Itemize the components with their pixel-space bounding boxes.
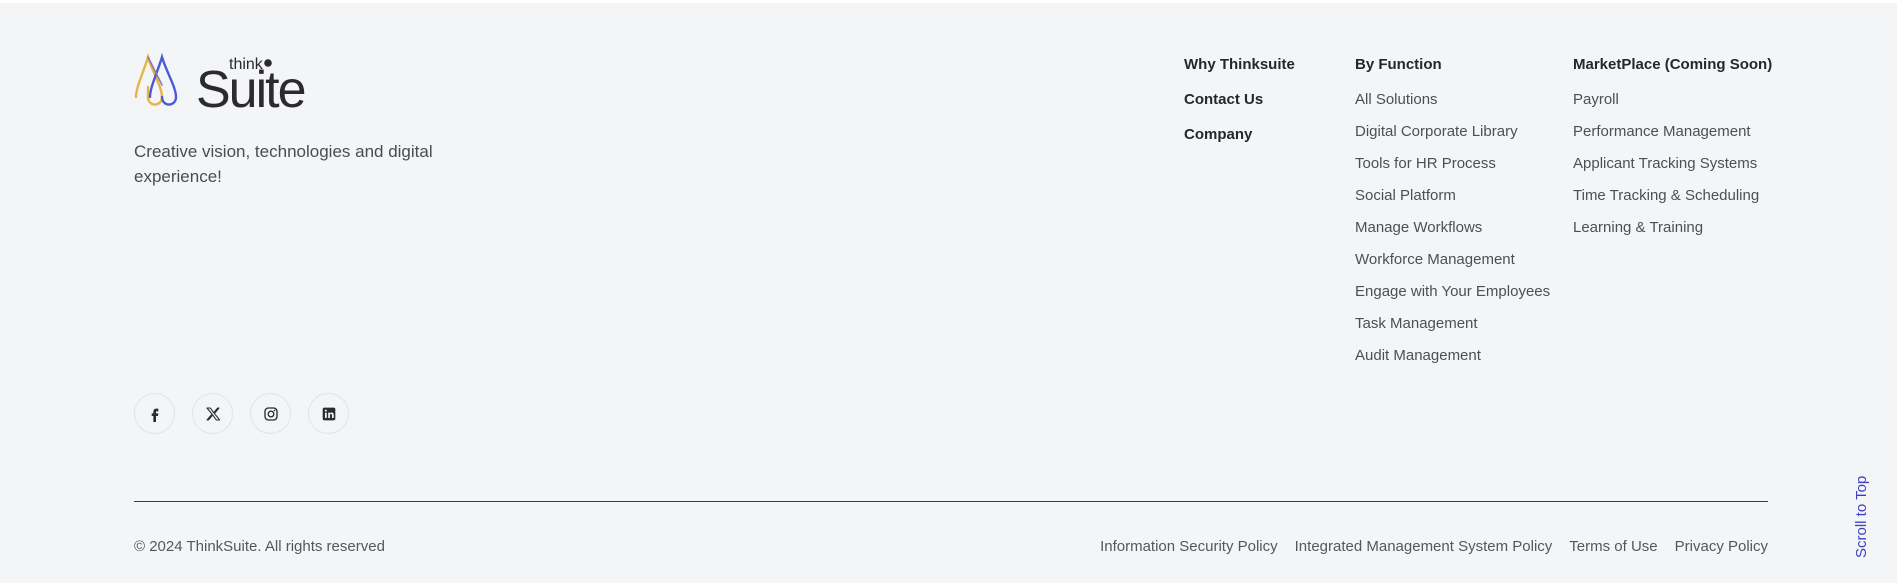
marketplace-item[interactable]: Performance Management (1573, 122, 1772, 154)
marketplace-column: MarketPlace (Coming Soon) Payroll Perfor… (1573, 55, 1772, 250)
primary-nav: Why Thinksuite Contact Us Company (1184, 55, 1295, 160)
legal-links: Information Security Policy Integrated M… (1100, 538, 1768, 555)
linkedin-link[interactable] (308, 393, 349, 434)
by-function-item[interactable]: Engage with Your Employees (1355, 282, 1550, 314)
by-function-item[interactable]: Audit Management (1355, 346, 1550, 378)
footer-divider (134, 501, 1768, 502)
by-function-column: By Function All Solutions Digital Corpor… (1355, 55, 1550, 378)
scroll-to-top-button[interactable]: Scroll to Top (1852, 476, 1872, 558)
brand-tagline: Creative vision, technologies and digita… (134, 142, 433, 186)
by-function-item[interactable]: Workforce Management (1355, 250, 1550, 282)
facebook-link[interactable] (134, 393, 175, 434)
link-terms-of-use[interactable]: Terms of Use (1569, 538, 1657, 555)
by-function-item[interactable]: All Solutions (1355, 90, 1550, 122)
marketplace-heading: MarketPlace (Coming Soon) (1573, 56, 1773, 73)
by-function-item[interactable]: Digital Corporate Library (1355, 122, 1550, 154)
nav-why-thinksuite[interactable]: Why Thinksuite (1184, 55, 1295, 90)
facebook-icon (151, 408, 158, 422)
instagram-icon (263, 406, 278, 421)
site-footer: think Suite Creative vision, technologie… (0, 3, 1897, 583)
marketplace-item[interactable]: Time Tracking & Scheduling (1573, 186, 1772, 218)
copyright-text: © 2024 ThinkSuite. All rights reserved (134, 538, 385, 555)
logo-mark-icon (134, 52, 178, 106)
link-integrated-management-system-policy[interactable]: Integrated Management System Policy (1295, 538, 1553, 555)
x-twitter-icon (205, 406, 220, 421)
social-links (134, 393, 349, 434)
linkedin-icon (322, 407, 335, 420)
by-function-item[interactable]: Manage Workflows (1355, 218, 1550, 250)
by-function-heading: By Function (1355, 56, 1442, 73)
by-function-item[interactable]: Social Platform (1355, 186, 1550, 218)
thinksuite-logo[interactable]: think Suite (134, 51, 324, 111)
marketplace-item[interactable]: Learning & Training (1573, 218, 1772, 250)
logo-word-suite: Suite (196, 61, 305, 111)
by-function-item[interactable]: Tools for HR Process (1355, 154, 1550, 186)
link-privacy-policy[interactable]: Privacy Policy (1675, 538, 1768, 555)
by-function-item[interactable]: Task Management (1355, 314, 1550, 346)
x-twitter-link[interactable] (192, 393, 233, 434)
nav-contact-us[interactable]: Contact Us (1184, 90, 1295, 125)
link-information-security-policy[interactable]: Information Security Policy (1100, 538, 1278, 555)
nav-company[interactable]: Company (1184, 125, 1295, 160)
instagram-link[interactable] (250, 393, 291, 434)
marketplace-item[interactable]: Payroll (1573, 90, 1772, 122)
marketplace-item[interactable]: Applicant Tracking Systems (1573, 154, 1772, 186)
